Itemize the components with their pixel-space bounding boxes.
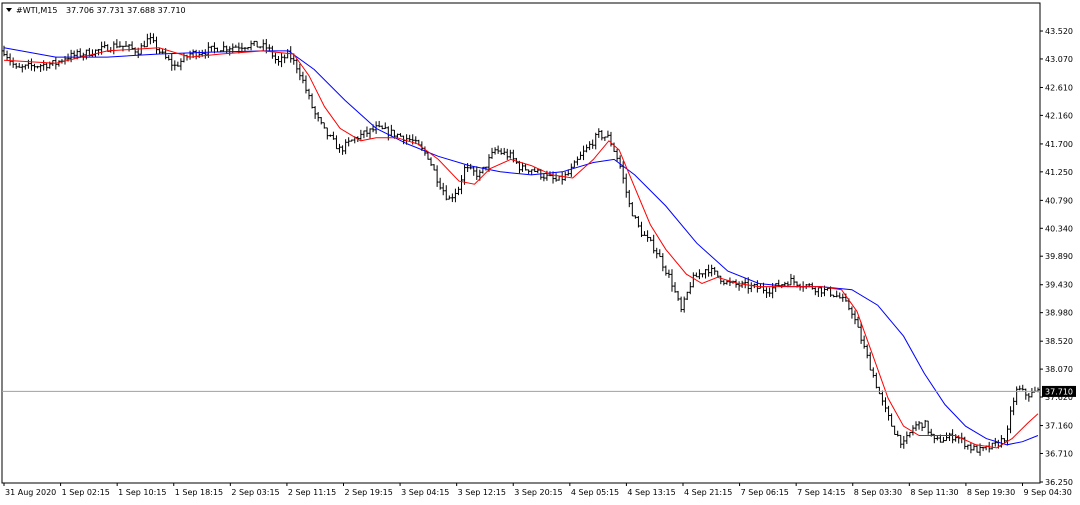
price-tick-label: 38.520 xyxy=(1045,337,1073,346)
time-tick-label: 1 Sep 02:15 xyxy=(62,488,110,497)
current-price-tag: 37.710 xyxy=(1042,385,1076,397)
symbol-timeframe-label: #WTI,M15 xyxy=(16,6,57,15)
time-tick-label: 4 Sep 05:15 xyxy=(571,488,619,497)
price-tick-label: 41.700 xyxy=(1045,140,1073,149)
chart-header: #WTI,M15 37.706 37.731 37.688 37.710 xyxy=(6,6,186,15)
plot-frame xyxy=(1,2,1041,484)
time-tick-label: 1 Sep 10:15 xyxy=(118,488,166,497)
time-tick-label: 1 Sep 18:15 xyxy=(175,488,223,497)
price-tick-label: 43.070 xyxy=(1045,55,1073,64)
time-tick-label: 8 Sep 19:30 xyxy=(967,488,1015,497)
price-tick-label: 36.250 xyxy=(1045,478,1073,487)
price-tick-label: 42.160 xyxy=(1045,111,1073,120)
price-chart[interactable]: 43.520 43.070 42.610 42.160 41.700 41.250 40.7… xyxy=(0,0,1080,505)
time-tick-label: 8 Sep 11:30 xyxy=(910,488,958,497)
price-tick-label: 42.610 xyxy=(1045,83,1073,92)
ohlc-values: 37.706 37.731 37.688 37.710 xyxy=(66,6,186,15)
price-tick-label: 38.070 xyxy=(1045,365,1073,374)
price-tick-label: 39.430 xyxy=(1045,281,1073,290)
time-tick-label: 31 Aug 2020 xyxy=(5,488,56,497)
time-tick-label: 7 Sep 14:15 xyxy=(797,488,845,497)
price-tick-label: 43.520 xyxy=(1045,27,1073,36)
price-tick-label: 37.160 xyxy=(1045,422,1073,431)
time-tick-label: 3 Sep 12:15 xyxy=(458,488,506,497)
time-axis[interactable]: 31 Aug 2020 1 Sep 02:15 1 Sep 10:15 1 Sep 1… xyxy=(3,483,1072,497)
svg-text:#WTI,M15 37.706 37.731: #WTI,M15 37.706 37.731 37.688 37.710 xyxy=(16,6,186,15)
price-axis[interactable]: 43.520 43.070 42.610 42.160 41.700 41.250 40.7… xyxy=(1040,27,1073,487)
chart-window[interactable]: 43.520 43.070 42.610 42.160 41.700 41.250 40.7… xyxy=(0,0,1080,505)
price-tick-label: 36.710 xyxy=(1045,449,1073,458)
current-price-tag-value: 37.710 xyxy=(1045,387,1073,396)
price-tick-label: 41.250 xyxy=(1045,168,1073,177)
time-tick-label: 7 Sep 06:15 xyxy=(741,488,789,497)
price-tick-label: 40.340 xyxy=(1045,224,1073,233)
time-tick-label: 2 Sep 11:15 xyxy=(288,488,336,497)
price-tick-label: 39.890 xyxy=(1045,252,1073,261)
time-tick-label: 8 Sep 03:30 xyxy=(854,488,902,497)
time-tick-label: 3 Sep 20:15 xyxy=(514,488,562,497)
price-tick-label: 38.980 xyxy=(1045,309,1073,318)
time-tick-label: 2 Sep 03:15 xyxy=(231,488,279,497)
time-tick-label: 3 Sep 04:15 xyxy=(401,488,449,497)
price-tick-label: 40.790 xyxy=(1045,196,1073,205)
time-tick-label: 4 Sep 21:15 xyxy=(684,488,732,497)
time-tick-label: 9 Sep 04:30 xyxy=(1023,488,1071,497)
time-tick-label: 4 Sep 13:15 xyxy=(627,488,675,497)
time-tick-label: 2 Sep 19:15 xyxy=(344,488,392,497)
